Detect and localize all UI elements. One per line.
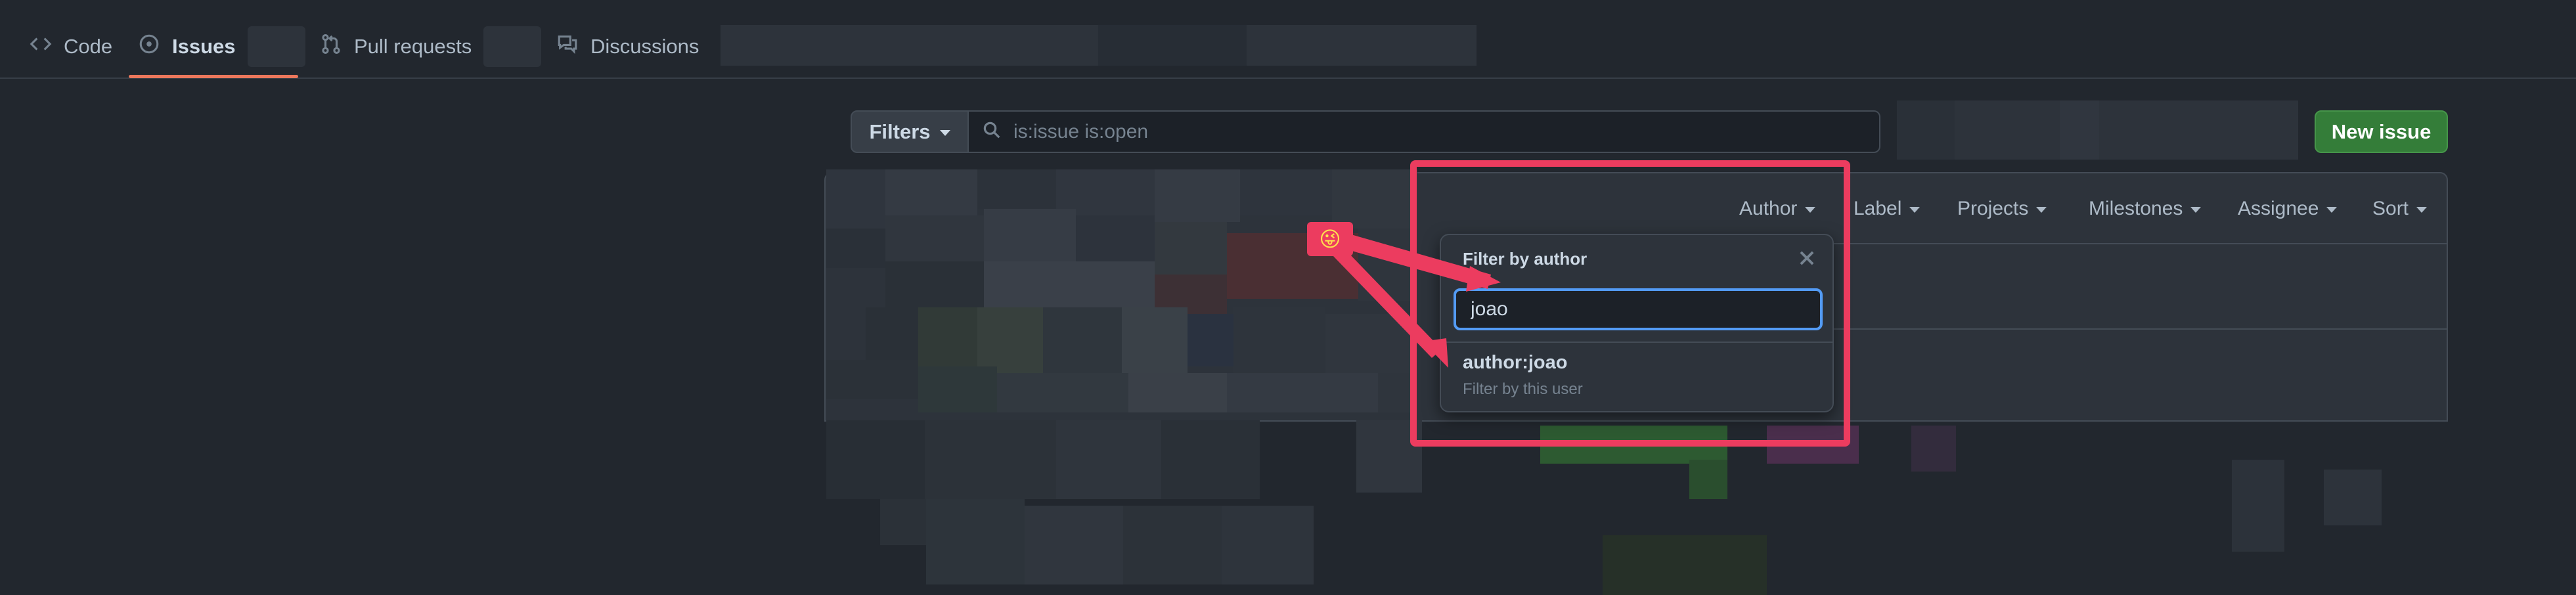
redacted-content <box>1603 535 1767 595</box>
redacted-content <box>1332 169 1417 229</box>
redacted-content <box>925 420 1056 499</box>
comment-discussion-icon <box>556 33 579 60</box>
redacted-content <box>926 499 1025 584</box>
milestones-filter-label: Milestones <box>2089 198 2183 219</box>
redacted-content <box>1123 506 1222 584</box>
sort-filter[interactable]: Sort <box>2372 194 2428 223</box>
pr-counter-redacted <box>483 26 542 67</box>
redacted-content <box>1222 506 1314 584</box>
redacted-content <box>1233 307 1325 373</box>
redacted-content <box>826 169 885 229</box>
redacted-content <box>977 307 1043 373</box>
redacted-content <box>984 209 1076 261</box>
new-issue-label: New issue <box>2331 120 2432 143</box>
projects-filter[interactable]: Projects <box>1957 194 2047 223</box>
redacted-button <box>2099 100 2298 160</box>
assignee-filter-label: Assignee <box>2238 198 2319 219</box>
redacted-content <box>1155 222 1227 275</box>
redacted-content <box>1122 307 1188 373</box>
redacted-button <box>1897 100 1955 160</box>
selected-tab-underline <box>129 75 298 78</box>
redacted-content <box>1043 307 1122 373</box>
redacted-content <box>1076 215 1155 268</box>
redacted-content <box>1188 314 1233 366</box>
label-filter[interactable]: Label <box>1854 194 1921 223</box>
redacted-content <box>885 169 977 215</box>
redacted-content <box>1358 229 1417 301</box>
chevron-down-icon <box>2416 207 2428 213</box>
redacted-content <box>885 261 984 307</box>
redacted-content <box>1911 426 1956 472</box>
redacted-tabs <box>1098 25 1247 66</box>
redacted-content <box>826 268 885 307</box>
redacted-content <box>885 215 984 261</box>
git-pull-request-icon <box>320 33 342 60</box>
redacted-content <box>1240 169 1332 215</box>
chevron-down-icon <box>2036 207 2047 213</box>
projects-filter-label: Projects <box>1957 198 2029 219</box>
label-filter-label: Label <box>1854 198 1902 219</box>
redacted-content <box>918 307 984 366</box>
issue-search[interactable] <box>967 110 1880 153</box>
redacted-button <box>1955 100 2060 160</box>
assignee-filter[interactable]: Assignee <box>2238 194 2338 223</box>
redacted-content <box>826 420 925 499</box>
redacted-content <box>2324 470 2382 525</box>
chevron-down-icon <box>2190 207 2202 213</box>
redacted-tabs <box>721 25 1098 66</box>
redacted-content <box>1025 506 1123 584</box>
tab-pull-requests[interactable]: Pull requests <box>320 26 542 67</box>
tab-discussions[interactable]: Discussions <box>556 26 699 67</box>
search-input[interactable] <box>1013 120 1802 143</box>
chevron-down-icon <box>2326 207 2338 213</box>
chevron-down-icon <box>1909 207 1921 213</box>
search-icon <box>982 120 1002 143</box>
issue-opened-icon <box>138 33 160 60</box>
redacted-content <box>2232 460 2284 552</box>
redacted-content <box>1155 169 1240 222</box>
redacted-content <box>984 261 1155 307</box>
redacted-content <box>1689 460 1727 499</box>
tab-code-label: Code <box>64 35 113 58</box>
tab-pull-requests-label: Pull requests <box>354 35 472 58</box>
sort-filter-label: Sort <box>2372 198 2409 219</box>
annotation-highlight-box <box>1410 160 1850 447</box>
emoji-annotation-icon: 😜 <box>1307 222 1353 256</box>
filters-button[interactable]: Filters <box>851 110 969 153</box>
issues-counter-redacted <box>247 26 305 67</box>
tab-discussions-label: Discussions <box>590 35 700 58</box>
redacted-content <box>997 373 1128 412</box>
chevron-down-icon <box>939 129 950 136</box>
redacted-content <box>1325 314 1417 373</box>
code-icon <box>30 33 52 60</box>
redacted-content <box>1161 420 1260 499</box>
redacted-content <box>918 366 997 412</box>
new-issue-button[interactable]: New issue <box>2315 110 2448 153</box>
milestones-filter[interactable]: Milestones <box>2089 194 2202 223</box>
tab-issues[interactable]: Issues <box>138 26 305 67</box>
redacted-content <box>866 307 918 360</box>
repo-nav: Code Issues Pull requests Discussions <box>0 0 2576 79</box>
emoji-annotation: 😜 <box>1319 227 1341 251</box>
redacted-content <box>1227 373 1378 412</box>
redacted-content <box>1128 373 1227 412</box>
redacted-content <box>826 360 918 399</box>
redacted-content <box>977 169 1056 209</box>
redacted-content <box>826 229 885 268</box>
filters-button-label: Filters <box>869 120 931 143</box>
tab-issues-label: Issues <box>172 35 236 58</box>
redacted-tabs <box>1247 25 1477 66</box>
tab-code[interactable]: Code <box>30 26 112 67</box>
redacted-content <box>1056 420 1161 499</box>
